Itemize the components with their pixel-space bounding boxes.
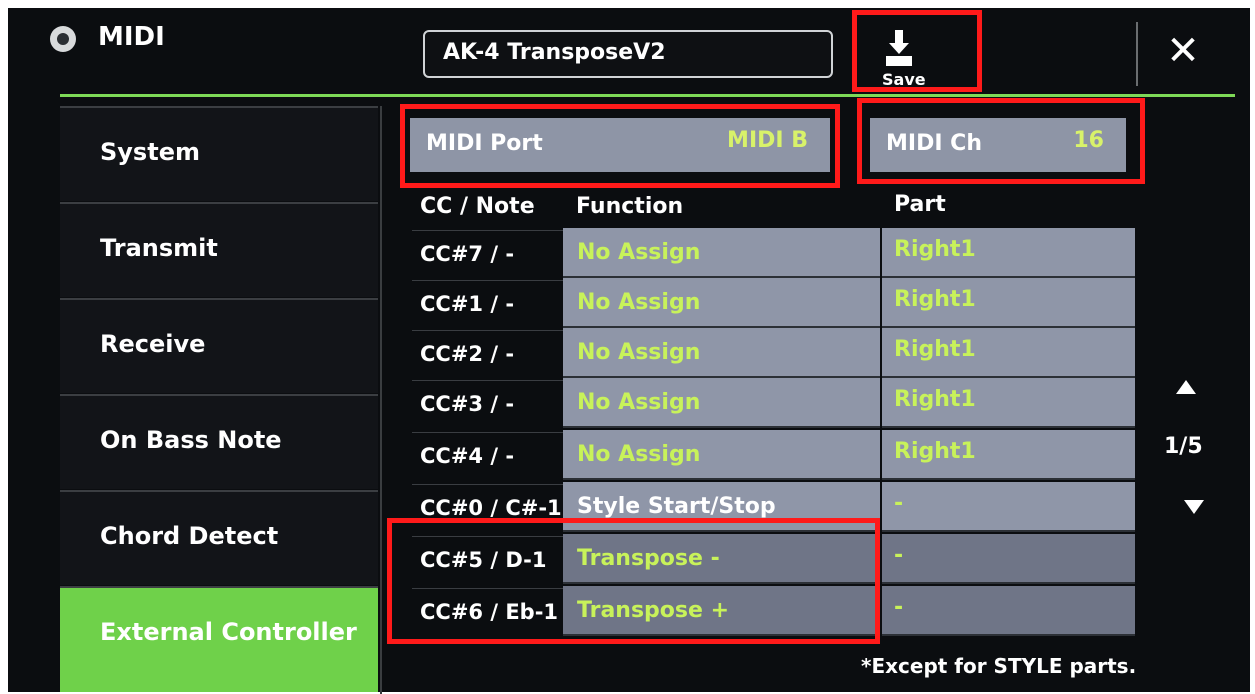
midi-port-value: MIDI B [727,128,808,153]
save-label: Save [882,70,926,89]
page-indicator: 1/5 [1164,434,1203,459]
table-row-part[interactable]: - [882,534,1135,584]
midi-channel-value: 16 [1073,128,1104,153]
header-accent-line [60,94,1235,97]
midi-panel: MIDI AK-4 TransposeV2 Save ✕ System Tran… [8,8,1250,694]
sidebar-item-on-bass-note[interactable]: On Bass Note [60,394,378,489]
table-row-cc: CC#4 / - [412,432,564,478]
column-header-part: Part [894,192,946,217]
save-button[interactable]: Save [860,18,978,92]
midi-port-field[interactable]: MIDI Port MIDI B [410,118,830,172]
sidebar-item-chord-detect[interactable]: Chord Detect [60,490,378,585]
table-row-part[interactable]: Right1 [882,378,1135,428]
table-row-part[interactable]: Right1 [882,328,1135,378]
table-row-part[interactable]: Right1 [882,228,1135,278]
sidebar-item-external-controller[interactable]: External Controller [60,586,378,692]
scroll-up-arrow-icon[interactable] [1176,380,1196,394]
save-download-icon [886,30,912,66]
table-row-part[interactable]: - [882,586,1135,636]
table-row-part[interactable]: Right1 [882,430,1135,480]
scroll-down-arrow-icon[interactable] [1184,500,1204,514]
file-name-field[interactable]: AK-4 TransposeV2 [423,30,833,78]
table-row-part[interactable]: - [882,482,1135,532]
midi-port-label: MIDI Port [426,131,543,156]
table-row-function[interactable]: No Assign [563,430,880,480]
page-title: MIDI [98,22,165,52]
table-row-cc: CC#3 / - [412,380,564,426]
table-row-function[interactable]: Transpose - [563,534,880,584]
sidebar-separator [380,106,382,694]
table-row-function[interactable]: No Assign [563,278,880,328]
table-row-cc: CC#5 / D-1 [412,536,564,582]
midi-channel-field[interactable]: MIDI Ch 16 [870,118,1126,172]
table-row-function[interactable]: Transpose + [563,586,880,636]
close-button[interactable]: ✕ [1158,26,1208,76]
column-header-cc-note: CC / Note [420,194,535,219]
table-row-cc: CC#6 / Eb-1 [412,588,564,634]
table-row-cc: CC#0 / C#-1 [412,484,564,530]
sidebar-item-receive[interactable]: Receive [60,298,378,393]
header-divider [1136,22,1138,86]
sidebar-item-system[interactable]: System [60,106,378,201]
table-row-function[interactable]: No Assign [563,328,880,378]
table-row-cc: CC#1 / - [412,280,564,326]
table-row-function[interactable]: No Assign [563,228,880,278]
column-header-function: Function [576,194,684,219]
table-row-cc: CC#7 / - [412,230,564,276]
table-row-cc: CC#2 / - [412,330,564,376]
table-row-part[interactable]: Right1 [882,278,1135,328]
footnote-text: *Except for STYLE parts. [861,654,1137,678]
device-screen-photo: MIDI AK-4 TransposeV2 Save ✕ System Tran… [0,0,1255,694]
sidebar-item-transmit[interactable]: Transmit [60,202,378,297]
midi-channel-label: MIDI Ch [886,131,982,156]
table-row-function[interactable]: No Assign [563,378,880,428]
table-row-function[interactable]: Style Start/Stop [563,482,880,532]
midi-connector-icon [50,26,76,52]
